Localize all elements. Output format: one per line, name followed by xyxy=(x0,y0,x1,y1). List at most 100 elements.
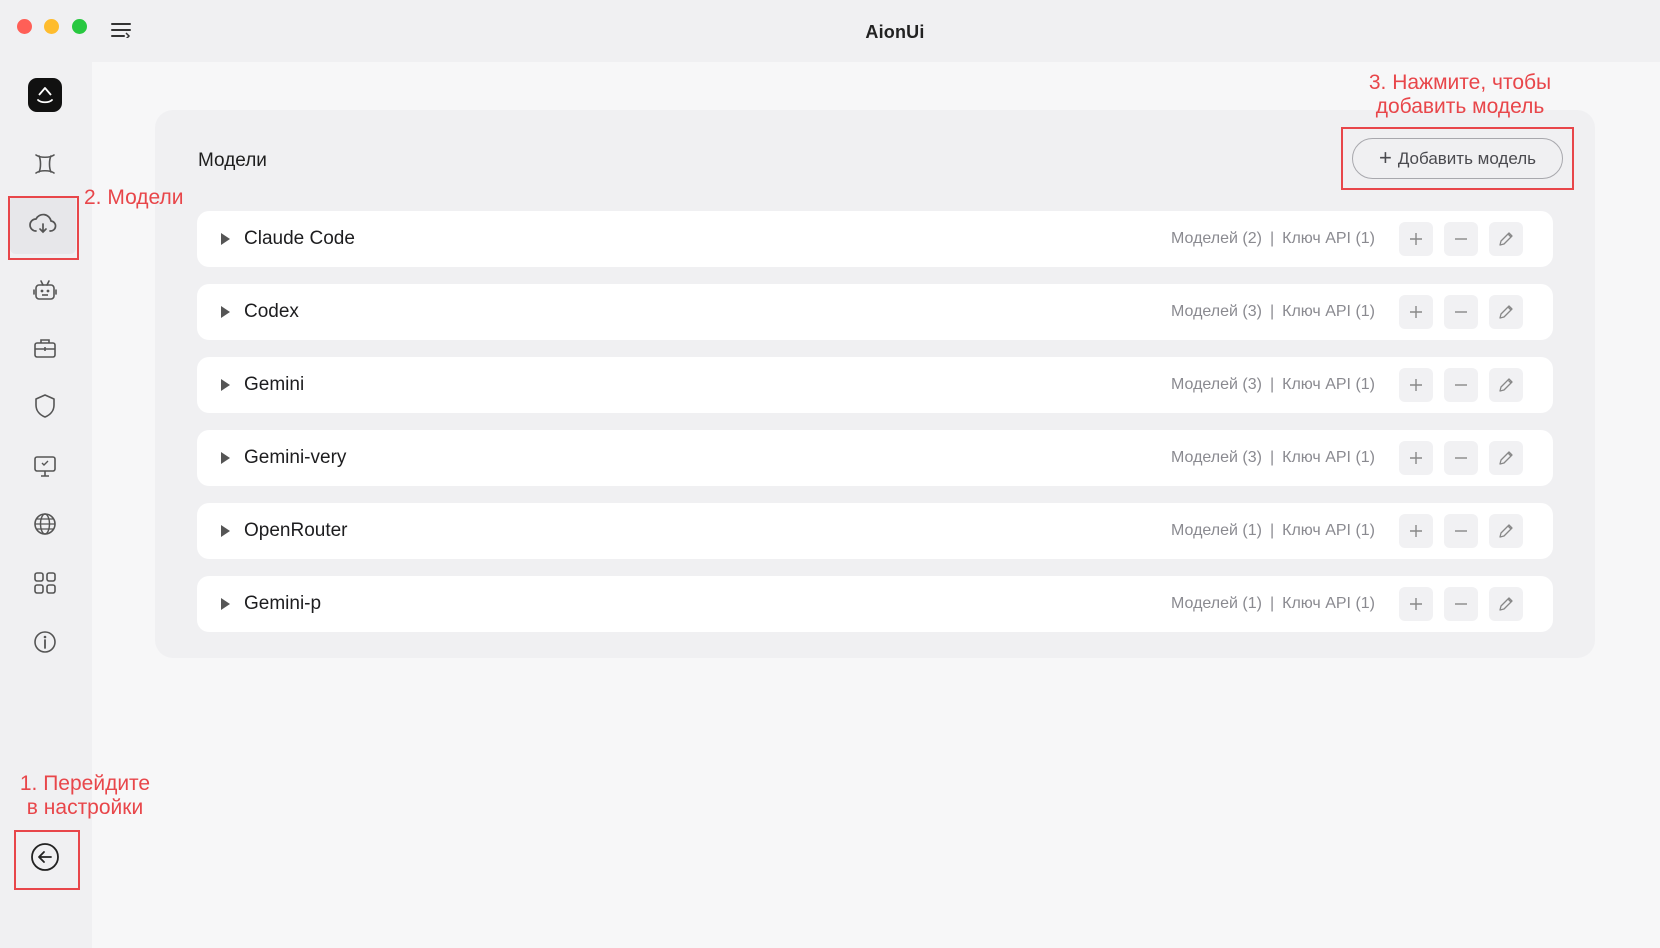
sidebar-item-model[interactable] xyxy=(29,148,61,180)
api-key-count: Ключ API (1) xyxy=(1282,522,1375,539)
pencil-icon xyxy=(1499,378,1513,392)
provider-meta: Моделей (1) | Ключ API (1) xyxy=(1171,595,1375,613)
provider-row[interactable]: Codex Моделей (3) | Ключ API (1) xyxy=(197,284,1553,340)
model-count: Моделей (1) xyxy=(1171,522,1262,539)
title-bar: AionUi xyxy=(0,0,1660,62)
sidebar-item-tools[interactable] xyxy=(29,332,61,364)
provider-name: Gemini-p xyxy=(244,593,322,614)
shield-icon xyxy=(35,394,55,418)
expand-caret-icon[interactable] xyxy=(221,306,230,318)
meta-separator: | xyxy=(1269,230,1275,247)
provider-row[interactable]: Gemini Моделей (3) | Ключ API (1) xyxy=(197,357,1553,413)
meta-separator: | xyxy=(1269,303,1275,320)
meta-separator: | xyxy=(1269,595,1275,612)
api-key-count: Ключ API (1) xyxy=(1282,376,1375,393)
minus-icon xyxy=(1455,603,1467,605)
remove-provider-button[interactable] xyxy=(1444,368,1478,402)
model-count: Моделей (1) xyxy=(1171,595,1262,612)
provider-name: Codex xyxy=(244,301,299,322)
model-icon xyxy=(35,154,55,174)
expand-caret-icon[interactable] xyxy=(221,452,230,464)
provider-row[interactable]: Claude Code Моделей (2) | Ключ API (1) xyxy=(197,211,1553,267)
expand-caret-icon[interactable] xyxy=(221,379,230,391)
edit-provider-button[interactable] xyxy=(1489,441,1523,475)
plus-icon xyxy=(1410,233,1422,245)
apps-grid-icon xyxy=(34,572,56,594)
api-key-count: Ключ API (1) xyxy=(1282,449,1375,466)
minus-icon xyxy=(1455,530,1467,532)
plus-icon xyxy=(1410,379,1422,391)
globe-icon xyxy=(34,513,56,535)
minus-icon xyxy=(1455,384,1467,386)
models-panel: Модели + Добавить модель Claude Code Мод… xyxy=(155,110,1595,658)
edit-provider-button[interactable] xyxy=(1489,222,1523,256)
window-title: AionUi xyxy=(865,22,925,42)
remove-provider-button[interactable] xyxy=(1444,441,1478,475)
annotation-step1: 1. Перейдите в настройки xyxy=(10,772,160,820)
minus-icon xyxy=(1455,238,1467,240)
expand-caret-icon[interactable] xyxy=(221,598,230,610)
page-title: Модели xyxy=(198,150,267,171)
pencil-icon xyxy=(1499,451,1513,465)
provider-name: OpenRouter xyxy=(244,520,348,541)
add-model-to-provider-button[interactable] xyxy=(1399,514,1433,548)
pencil-icon xyxy=(1499,305,1513,319)
remove-provider-button[interactable] xyxy=(1444,222,1478,256)
annotation-box-add xyxy=(1341,127,1574,190)
sidebar-item-agents[interactable] xyxy=(29,274,61,306)
remove-provider-button[interactable] xyxy=(1444,295,1478,329)
sidebar-item-display[interactable] xyxy=(29,450,61,482)
plus-icon xyxy=(1410,306,1422,318)
annotation-step1-line2: в настройки xyxy=(26,796,144,819)
info-icon xyxy=(34,631,56,653)
remove-provider-button[interactable] xyxy=(1444,587,1478,621)
add-model-to-provider-button[interactable] xyxy=(1399,295,1433,329)
model-count: Моделей (3) xyxy=(1171,449,1262,466)
expand-caret-icon[interactable] xyxy=(221,233,230,245)
add-model-to-provider-button[interactable] xyxy=(1399,222,1433,256)
pencil-icon xyxy=(1499,524,1513,538)
minus-icon xyxy=(1455,457,1467,459)
add-model-to-provider-button[interactable] xyxy=(1399,368,1433,402)
annotation-step3-line2: добавить модель xyxy=(1375,95,1545,118)
provider-meta: Моделей (1) | Ключ API (1) xyxy=(1171,522,1375,540)
pencil-icon xyxy=(1499,597,1513,611)
meta-separator: | xyxy=(1269,522,1275,539)
provider-meta: Моделей (3) | Ключ API (1) xyxy=(1171,376,1375,394)
expand-caret-icon[interactable] xyxy=(221,525,230,537)
edit-provider-button[interactable] xyxy=(1489,368,1523,402)
edit-provider-button[interactable] xyxy=(1489,587,1523,621)
annotation-step2: 2. Модели xyxy=(84,186,184,209)
add-model-to-provider-button[interactable] xyxy=(1399,441,1433,475)
plus-icon xyxy=(1410,452,1422,464)
sidebar-item-language[interactable] xyxy=(29,508,61,540)
provider-name: Gemini xyxy=(244,374,305,395)
api-key-count: Ключ API (1) xyxy=(1282,595,1375,612)
add-model-to-provider-button[interactable] xyxy=(1399,587,1433,621)
annotation-box-models xyxy=(8,196,79,260)
provider-meta: Моделей (3) | Ключ API (1) xyxy=(1171,449,1375,467)
annotation-step3: 3. Нажмите, чтобы добавить модель xyxy=(1320,71,1600,119)
robot-icon xyxy=(33,280,57,300)
plus-icon xyxy=(1410,598,1422,610)
sidebar-item-extensions[interactable] xyxy=(29,567,61,599)
annotation-step1-line1: 1. Перейдите xyxy=(19,772,151,795)
monitor-icon xyxy=(34,456,56,477)
edit-provider-button[interactable] xyxy=(1489,514,1523,548)
edit-provider-button[interactable] xyxy=(1489,295,1523,329)
remove-provider-button[interactable] xyxy=(1444,514,1478,548)
plus-icon xyxy=(1410,525,1422,537)
sidebar-item-about[interactable] xyxy=(29,626,61,658)
provider-name: Claude Code xyxy=(244,228,355,249)
annotation-box-back xyxy=(14,830,80,890)
model-count: Моделей (3) xyxy=(1171,376,1262,393)
provider-row[interactable]: OpenRouter Моделей (1) | Ключ API (1) xyxy=(197,503,1553,559)
model-count: Моделей (2) xyxy=(1171,230,1262,247)
minus-icon xyxy=(1455,311,1467,313)
sidebar-item-security[interactable] xyxy=(29,390,61,422)
provider-row[interactable]: Gemini-p Моделей (1) | Ключ API (1) xyxy=(197,576,1553,632)
provider-row[interactable]: Gemini-very Моделей (3) | Ключ API (1) xyxy=(197,430,1553,486)
meta-separator: | xyxy=(1269,376,1275,393)
model-count: Моделей (3) xyxy=(1171,303,1262,320)
api-key-count: Ключ API (1) xyxy=(1282,303,1375,320)
